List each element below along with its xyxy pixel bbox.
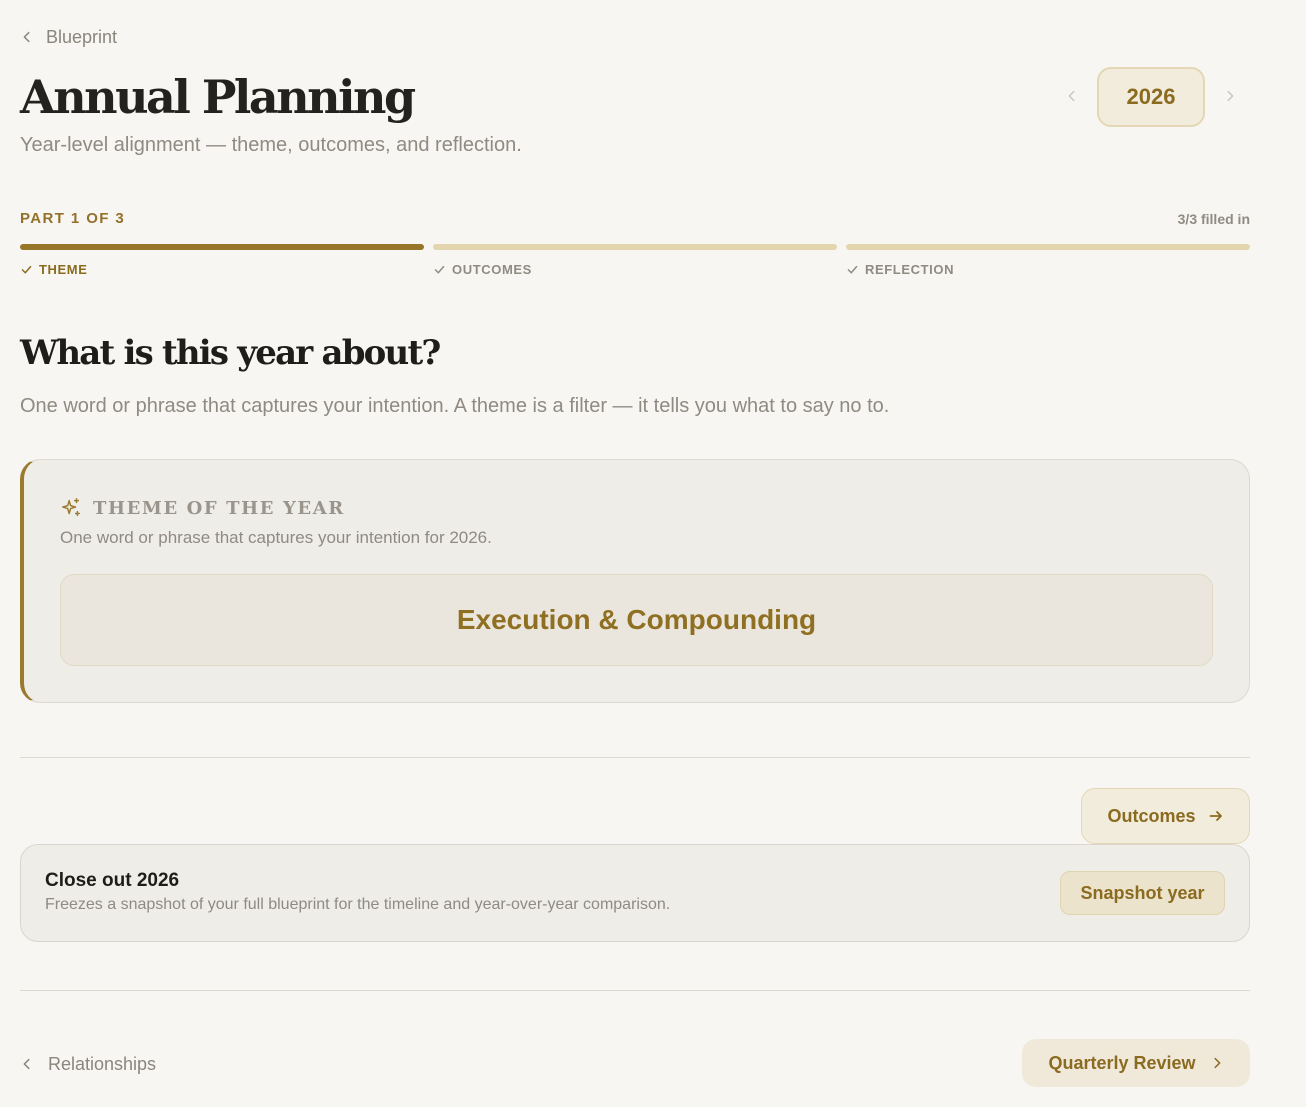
check-icon <box>21 265 32 274</box>
year-badge: 2026 <box>1097 67 1205 127</box>
sparkles-icon <box>62 498 80 517</box>
snapshot-year-button[interactable]: Snapshot year <box>1060 871 1225 915</box>
part-indicator: PART 1 OF 3 <box>20 210 126 227</box>
step-reflection[interactable]: REFLECTION <box>846 262 954 277</box>
next-page-label: Quarterly Review <box>1048 1052 1196 1073</box>
step-label: THEME <box>39 262 88 277</box>
previous-page-label: Relationships <box>48 1053 157 1074</box>
page-title: Annual Planning <box>20 70 416 124</box>
previous-year-button[interactable] <box>1060 84 1084 108</box>
next-year-button[interactable] <box>1218 84 1242 108</box>
progress-bar-outcomes[interactable] <box>433 244 837 250</box>
chevron-right-icon <box>1213 1057 1220 1069</box>
check-icon <box>434 265 445 274</box>
chevron-left-icon <box>23 31 30 43</box>
previous-page-link[interactable]: Relationships <box>20 1050 156 1078</box>
step-label: OUTCOMES <box>452 262 532 277</box>
next-page-button[interactable]: Quarterly Review <box>1022 1039 1250 1087</box>
progress-bar-theme[interactable] <box>20 244 424 250</box>
chevron-right-icon <box>1227 90 1234 102</box>
closeout-description: Freezes a snapshot of your full blueprin… <box>45 896 671 913</box>
theme-card-label: THEME OF THE YEAR <box>93 498 345 519</box>
filled-count: 3/3 filled in <box>1177 211 1250 227</box>
chevron-left-icon <box>23 1058 30 1070</box>
chevron-left-icon <box>1068 90 1075 102</box>
section-description: One word or phrase that captures your in… <box>20 395 890 417</box>
step-outcomes[interactable]: OUTCOMES <box>433 262 532 277</box>
step-label: REFLECTION <box>865 262 955 277</box>
arrow-right-icon <box>1209 811 1222 821</box>
back-link-blueprint[interactable]: Blueprint <box>20 24 117 50</box>
page-subtitle: Year-level alignment — theme, outcomes, … <box>20 134 522 156</box>
theme-input[interactable]: Execution & Compounding <box>60 574 1213 666</box>
outcomes-button[interactable]: Outcomes <box>1081 788 1250 844</box>
step-theme[interactable]: THEME <box>20 262 88 277</box>
outcomes-button-label: Outcomes <box>1107 805 1196 826</box>
divider <box>20 990 1250 991</box>
progress-bar-reflection[interactable] <box>846 244 1250 250</box>
closeout-title: Close out 2026 <box>45 870 180 891</box>
theme-card-description: One word or phrase that captures your in… <box>60 528 492 547</box>
divider <box>20 757 1250 758</box>
section-heading: What is this year about? <box>20 333 441 373</box>
check-icon <box>847 265 858 274</box>
back-link-label: Blueprint <box>46 26 118 47</box>
